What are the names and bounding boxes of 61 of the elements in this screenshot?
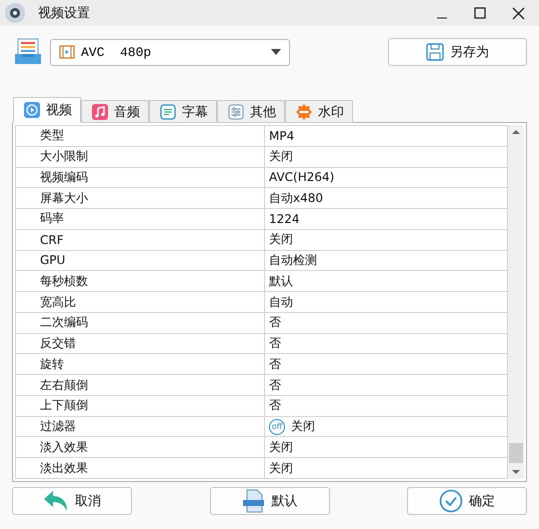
property-value[interactable]: 关闭	[269, 231, 293, 248]
property-value[interactable]: 1224	[269, 212, 300, 226]
property-name: 码率	[40, 210, 64, 228]
property-value[interactable]: 关闭	[291, 418, 315, 436]
property-value[interactable]: 关闭	[269, 438, 293, 456]
off-icon: off	[269, 418, 285, 435]
property-value[interactable]: 自动	[269, 294, 293, 310]
property-name: 淡入效果	[40, 438, 88, 456]
property-name: 类型	[40, 127, 64, 144]
caret-icon	[271, 49, 281, 55]
property-value[interactable]: 否	[269, 376, 281, 394]
tab[interactable]: 其他	[217, 100, 285, 123]
property-name: 二次编码	[40, 314, 88, 332]
property-value[interactable]: 否	[269, 397, 281, 414]
star-badge-icon	[296, 104, 312, 120]
property-value[interactable]: 默认	[269, 272, 293, 290]
property-value[interactable]: 关闭	[269, 460, 293, 477]
check-circle-icon	[439, 489, 463, 513]
property-value[interactable]: 关闭	[269, 148, 293, 166]
property-name: 左右颠倒	[40, 376, 88, 394]
property-name: 视频编码	[40, 168, 88, 186]
sliders-icon	[228, 104, 244, 120]
close-icon[interactable]	[512, 6, 524, 20]
property-value[interactable]: 否	[269, 314, 281, 332]
property-value[interactable]: 自动x480	[269, 190, 324, 207]
cancel-button[interactable]: 取消	[12, 487, 132, 515]
play-icon	[24, 102, 40, 118]
property-name: 上下颠倒	[40, 397, 88, 414]
scroll-thumb[interactable]	[509, 443, 523, 463]
property-value[interactable]: 否	[269, 335, 281, 352]
tab[interactable]: 水印	[285, 100, 353, 123]
window-title: 视频设置	[38, 5, 91, 22]
ok-button[interactable]: 确定	[407, 487, 527, 515]
default-button[interactable]: 默认	[210, 487, 330, 515]
property-value[interactable]: AVC(H264)	[269, 170, 334, 184]
undo-arrow-icon	[43, 489, 69, 513]
property-name: 反交错	[40, 335, 76, 352]
property-name: 屏幕大小	[40, 190, 88, 207]
subtitle-icon	[160, 104, 176, 120]
property-name: 旋转	[40, 356, 64, 373]
property-name: 宽高比	[40, 294, 76, 310]
property-name: GPU	[40, 253, 66, 268]
film-icon	[59, 44, 75, 60]
property-name: 淡出效果	[40, 460, 88, 477]
property-value[interactable]: MP4	[269, 128, 294, 143]
property-value[interactable]: 自动检测	[269, 252, 317, 269]
property-name: 每秒桢数	[40, 272, 88, 290]
preset-dropdown[interactable]: AVC 480p	[50, 38, 290, 66]
maximize-icon[interactable]	[474, 7, 486, 19]
property-value[interactable]: 否	[269, 356, 281, 373]
tab[interactable]: 字幕	[149, 100, 217, 123]
tab[interactable]: 视频	[13, 97, 81, 123]
property-name: 大小限制	[40, 148, 88, 166]
save-as-button[interactable]: 另存为	[388, 38, 527, 66]
document-icon	[242, 489, 266, 513]
tray-icon	[14, 38, 42, 66]
music-note-icon	[92, 104, 108, 120]
tab[interactable]: 音频	[81, 100, 149, 123]
scrollbar[interactable]	[508, 125, 524, 479]
property-name: CRF	[40, 232, 64, 247]
property-name: 过滤器	[40, 418, 76, 436]
